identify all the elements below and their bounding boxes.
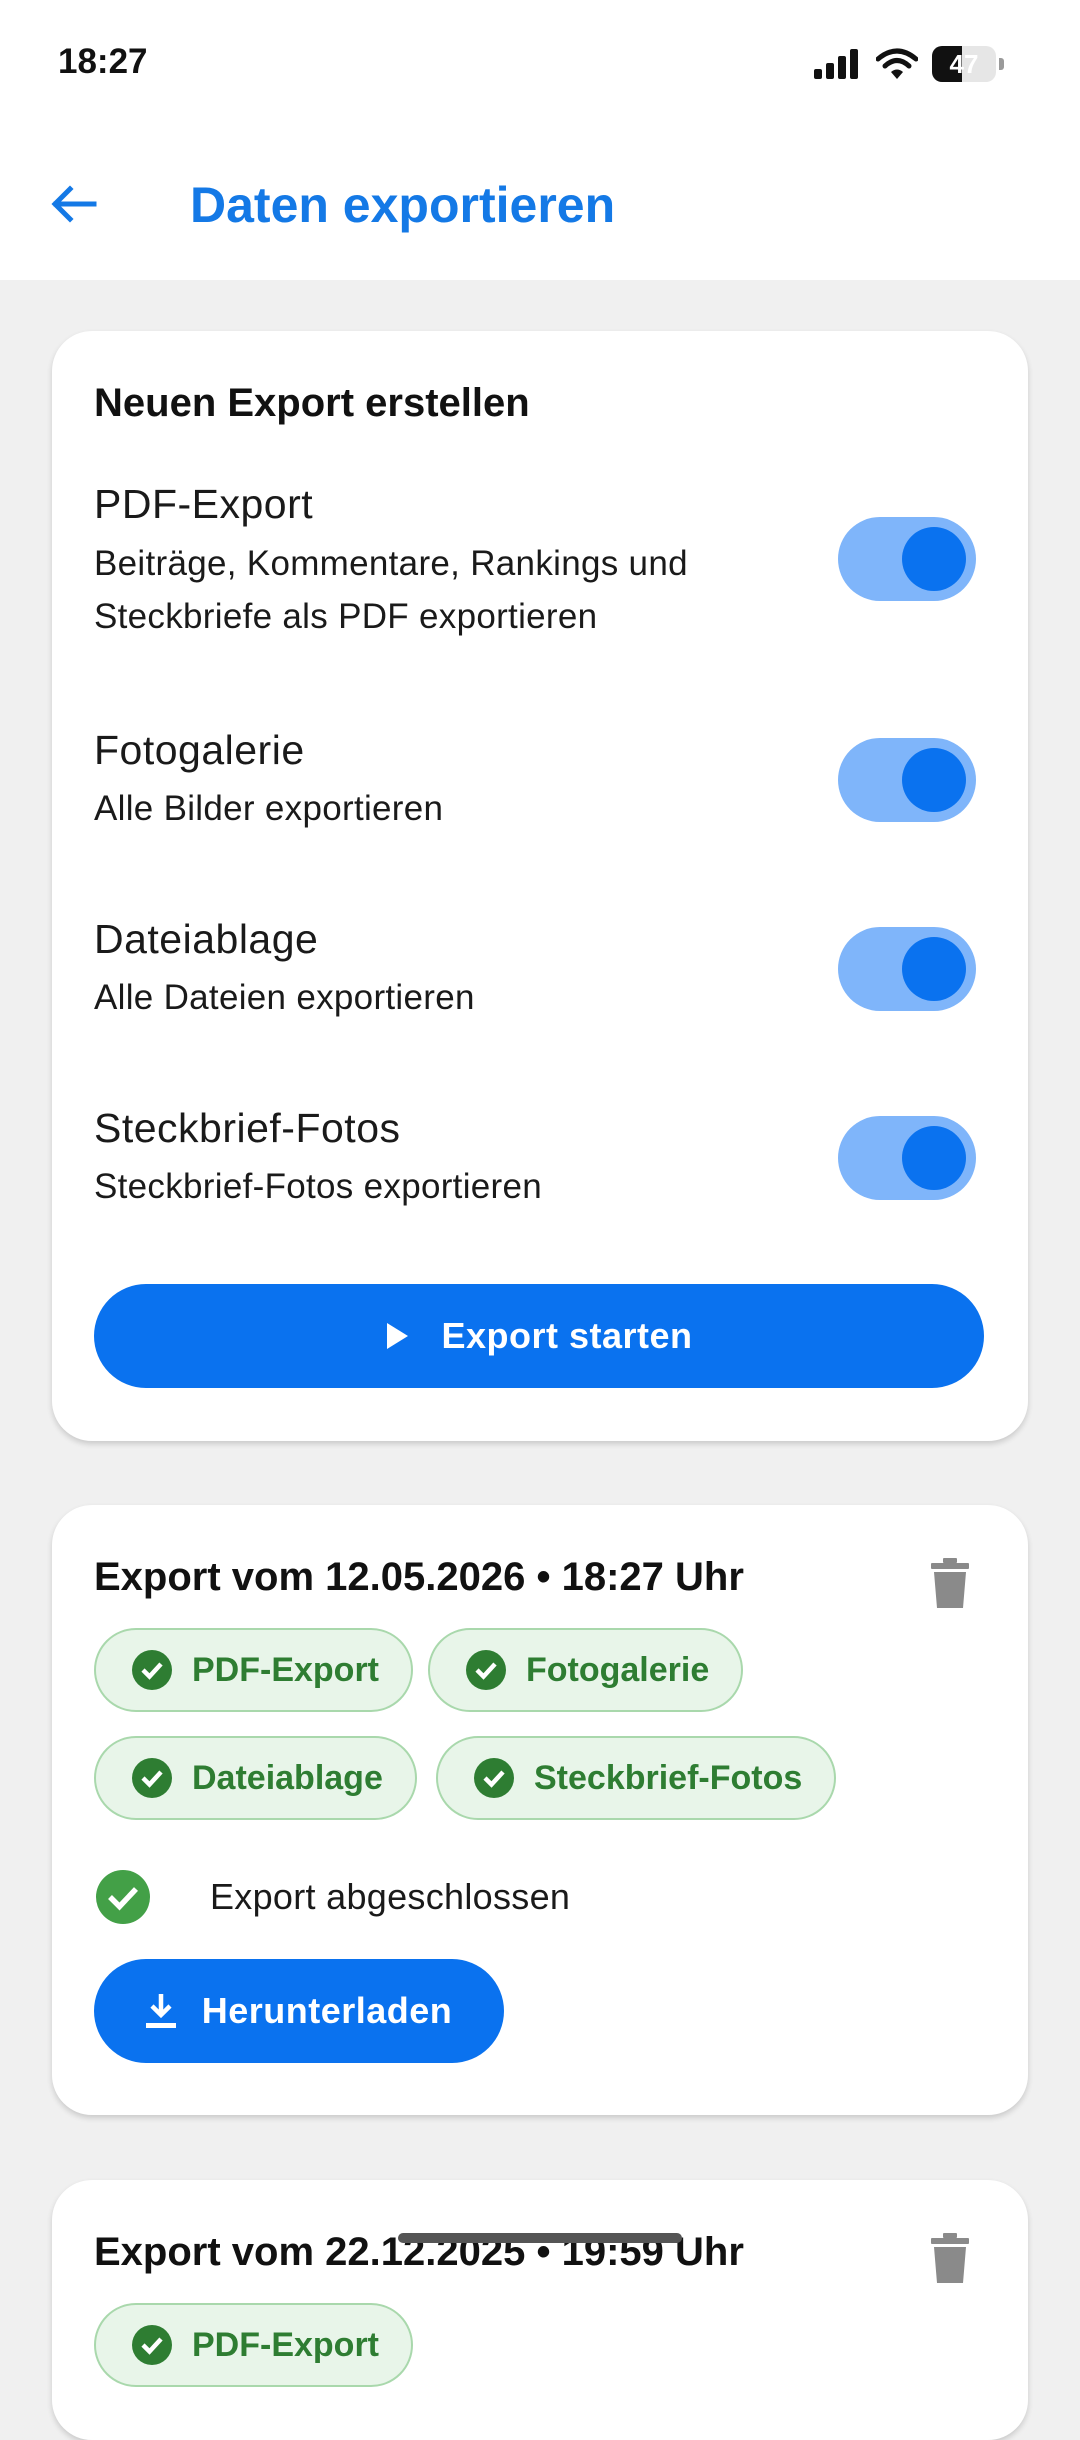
check-circle-icon: [132, 1758, 172, 1798]
toggle-steckbrief-fotos[interactable]: [838, 1116, 976, 1200]
option-description: Beiträge, Kommentare, Rankings und Steck…: [94, 537, 794, 643]
chip-label: PDF-Export: [192, 2325, 379, 2364]
app-bar: Daten exportieren: [0, 130, 1080, 280]
chip-fotogalerie: Fotogalerie: [428, 1628, 744, 1712]
start-export-button[interactable]: Export starten: [94, 1284, 984, 1388]
arrow-back-icon: [51, 185, 97, 223]
download-icon: [145, 1994, 176, 2028]
chip-pdf-export: PDF-Export: [94, 2303, 413, 2387]
option-title: Fotogalerie: [94, 727, 305, 773]
battery-icon: 47: [932, 46, 1004, 82]
chip-label: Steckbrief-Fotos: [534, 1758, 803, 1797]
delete-export-button[interactable]: [920, 1551, 980, 1615]
export-card: Export vom 12.05.2026 • 18:27 Uhr PDF-Ex…: [52, 1505, 1028, 2115]
chip-pdf-export: PDF-Export: [94, 1628, 413, 1712]
status-bar: 18:27 47: [0, 0, 1080, 130]
new-export-card: Neuen Export erstellen PDF-Export Beiträ…: [52, 331, 1028, 1441]
status-icons: 47: [814, 46, 1004, 82]
toggle-fotogalerie[interactable]: [838, 738, 976, 822]
option-title: Dateiablage: [94, 916, 319, 962]
download-button[interactable]: Herunterladen: [94, 1959, 504, 2063]
cellular-signal-icon: [814, 49, 858, 79]
toggle-knob: [902, 1126, 966, 1190]
trash-icon: [931, 1558, 969, 1608]
chip-dateiablage: Dateiablage: [94, 1736, 417, 1820]
option-description-line: Alle Dateien exportieren: [94, 978, 475, 1017]
option-description-line: Steckbrief-Fotos exportieren: [94, 1167, 543, 1206]
back-button[interactable]: [40, 170, 108, 238]
chip-label: Dateiablage: [192, 1758, 383, 1797]
export-status: Export abgeschlossen: [96, 1870, 570, 1924]
toggle-knob: [902, 527, 966, 591]
chip-steckbrief-fotos: Steckbrief-Fotos: [436, 1736, 837, 1820]
start-export-label: Export starten: [441, 1315, 693, 1356]
export-status-text: Export abgeschlossen: [210, 1876, 571, 1917]
chip-label: PDF-Export: [192, 1650, 379, 1689]
check-circle-icon: [474, 1758, 514, 1798]
play-icon: [387, 1323, 409, 1349]
option-description-line: Beiträge, Kommentare, Rankings und: [94, 544, 688, 583]
status-time: 18:27: [58, 42, 148, 81]
check-circle-icon: [96, 1870, 150, 1924]
option-description-line: Alle Bilder exportieren: [94, 789, 444, 828]
toggle-dateiablage[interactable]: [838, 927, 976, 1011]
export-card: Export vom 22.12.2025 • 19:59 Uhr PDF-Ex…: [52, 2180, 1028, 2440]
home-indicator: [398, 2233, 682, 2243]
check-circle-icon: [132, 1650, 172, 1690]
chip-label: Fotogalerie: [526, 1650, 710, 1689]
battery-level: 47: [949, 49, 979, 79]
option-description: Steckbrief-Fotos exportieren: [94, 1160, 794, 1213]
option-description: Alle Bilder exportieren: [94, 782, 794, 835]
delete-export-button[interactable]: [920, 2226, 980, 2290]
trash-icon: [931, 2233, 969, 2283]
download-label: Herunterladen: [201, 1990, 453, 2031]
toggle-knob: [902, 748, 966, 812]
new-export-title: Neuen Export erstellen: [94, 381, 530, 425]
option-description-line: Steckbriefe als PDF exportieren: [94, 597, 598, 636]
wifi-icon: [876, 48, 918, 79]
check-circle-icon: [466, 1650, 506, 1690]
export-title: Export vom 12.05.2026 • 18:27 Uhr: [94, 1555, 744, 1599]
check-circle-icon: [132, 2325, 172, 2365]
toggle-pdf-export[interactable]: [838, 517, 976, 601]
toggle-knob: [902, 937, 966, 1001]
option-title: PDF-Export: [94, 481, 314, 527]
option-title: Steckbrief-Fotos: [94, 1105, 401, 1151]
option-description: Alle Dateien exportieren: [94, 971, 794, 1024]
page-title: Daten exportieren: [190, 177, 616, 233]
